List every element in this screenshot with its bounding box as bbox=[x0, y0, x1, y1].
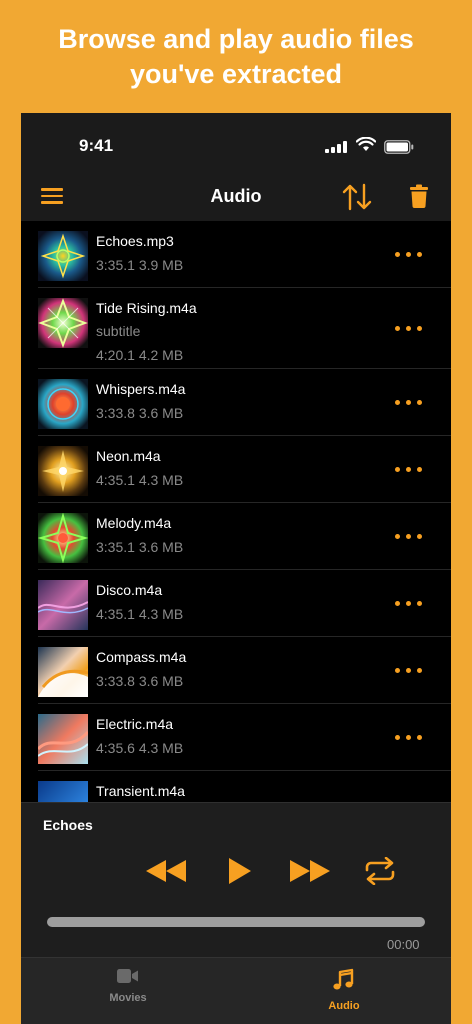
audio-thumbnail bbox=[38, 580, 88, 630]
more-options-button[interactable] bbox=[394, 727, 424, 747]
cellular-signal-icon bbox=[325, 141, 351, 153]
status-bar: 9:41 bbox=[21, 113, 451, 173]
list-item[interactable]: Echoes.mp3 3:35.1 3.9 MB bbox=[21, 221, 451, 288]
file-name: Echoes.mp3 bbox=[96, 233, 174, 249]
audio-thumbnail bbox=[38, 513, 88, 563]
list-item[interactable]: Electric.m4a 4:35.6 4.3 MB bbox=[21, 704, 451, 771]
now-playing-title: Echoes bbox=[43, 817, 93, 833]
file-meta: 3:35.1 3.6 MB bbox=[96, 539, 184, 555]
file-meta: 4:35.6 4.3 MB bbox=[96, 740, 184, 756]
file-meta: 4:20.1 4.2 MB bbox=[96, 347, 184, 363]
more-options-button[interactable] bbox=[394, 459, 424, 479]
list-item[interactable]: Compass.m4a 3:33.8 3.6 MB bbox=[21, 637, 451, 704]
file-name: Neon.m4a bbox=[96, 448, 161, 464]
video-camera-icon bbox=[117, 969, 138, 983]
more-options-button[interactable] bbox=[394, 318, 424, 338]
tab-audio-label: Audio bbox=[328, 1000, 360, 1012]
audio-file-list[interactable]: Echoes.mp3 3:35.1 3.9 MB Tide Rising.m4a… bbox=[21, 221, 451, 802]
rewind-icon[interactable] bbox=[145, 858, 187, 884]
list-item[interactable]: Disco.m4a 4:35.1 4.3 MB bbox=[21, 570, 451, 637]
more-options-button[interactable] bbox=[394, 593, 424, 613]
file-name: Whispers.m4a bbox=[96, 381, 186, 397]
more-options-button[interactable] bbox=[394, 660, 424, 680]
phone-screen: 9:41 Audio Echoes.mp3 3:35.1 3.9 MB Tide… bbox=[21, 113, 451, 1024]
file-name: Compass.m4a bbox=[96, 649, 187, 665]
navigation-bar: Audio bbox=[21, 173, 451, 222]
promo-line-1: Browse and play audio files bbox=[58, 24, 414, 54]
wifi-icon bbox=[356, 137, 376, 151]
audio-thumbnail bbox=[38, 379, 88, 429]
list-item[interactable]: Tide Rising.m4a subtitle 4:20.1 4.2 MB bbox=[21, 288, 451, 369]
sort-arrows-icon[interactable] bbox=[341, 182, 373, 212]
elapsed-time: 00:00 bbox=[387, 937, 420, 952]
tab-audio[interactable]: Audio bbox=[299, 968, 389, 1012]
tab-movies-label: Movies bbox=[109, 992, 147, 1004]
fast-forward-icon[interactable] bbox=[289, 858, 331, 884]
audio-thumbnail bbox=[38, 231, 88, 281]
list-item[interactable]: Whispers.m4a 3:33.8 3.6 MB bbox=[21, 369, 451, 436]
list-item[interactable]: Neon.m4a 4:35.1 4.3 MB bbox=[21, 436, 451, 503]
tab-bar: Movies Audio bbox=[21, 957, 451, 1024]
more-options-button[interactable] bbox=[394, 392, 424, 412]
more-options-button[interactable] bbox=[394, 244, 424, 264]
status-time: 9:41 bbox=[79, 136, 114, 155]
audio-thumbnail bbox=[38, 446, 88, 496]
file-name: Transient.m4a bbox=[96, 783, 185, 799]
music-note-icon bbox=[333, 968, 354, 990]
file-name: Disco.m4a bbox=[96, 582, 163, 598]
list-item[interactable]: Transient.m4a bbox=[21, 771, 451, 802]
list-item[interactable]: Melody.m4a 3:35.1 3.6 MB bbox=[21, 503, 451, 570]
file-name: Melody.m4a bbox=[96, 515, 172, 531]
file-subtitle: subtitle bbox=[96, 323, 141, 339]
promo-line-2: you've extracted bbox=[129, 59, 343, 89]
file-meta: 3:35.1 3.9 MB bbox=[96, 257, 184, 273]
playback-progress-bar[interactable] bbox=[47, 917, 425, 927]
audio-thumbnail bbox=[38, 714, 88, 764]
more-options-button[interactable] bbox=[394, 526, 424, 546]
audio-thumbnail bbox=[38, 647, 88, 697]
file-name: Electric.m4a bbox=[96, 716, 174, 732]
trash-icon[interactable] bbox=[410, 184, 428, 208]
file-meta: 3:33.8 3.6 MB bbox=[96, 673, 184, 689]
promo-heading: Browse and play audio files you've extra… bbox=[0, 22, 472, 92]
file-meta: 4:35.1 4.3 MB bbox=[96, 472, 184, 488]
tab-movies[interactable]: Movies bbox=[83, 968, 173, 1004]
file-meta: 4:35.1 4.3 MB bbox=[96, 606, 184, 622]
file-name: Tide Rising.m4a bbox=[96, 300, 197, 316]
page-title: Audio bbox=[210, 186, 262, 206]
audio-thumbnail bbox=[38, 781, 88, 802]
file-meta: 3:33.8 3.6 MB bbox=[96, 405, 184, 421]
audio-thumbnail bbox=[38, 298, 88, 348]
repeat-icon[interactable] bbox=[363, 857, 397, 885]
battery-icon bbox=[384, 140, 414, 154]
now-playing-panel: Echoes 00:00 bbox=[21, 802, 451, 958]
play-icon[interactable] bbox=[227, 856, 253, 886]
